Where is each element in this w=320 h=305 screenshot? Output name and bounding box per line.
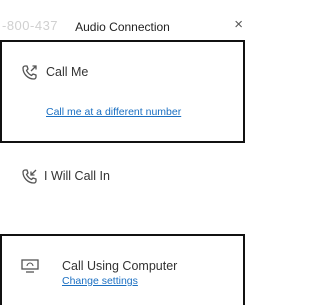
change-settings-link[interactable]: Change settings	[62, 275, 138, 287]
option-label: Call Me	[46, 65, 89, 79]
option-call-me[interactable]: Call Me Call me at a different number	[0, 40, 245, 143]
computer-audio-icon	[21, 259, 39, 273]
option-call-using-computer[interactable]: Call Using Computer Change settings	[0, 234, 245, 305]
option-label: Call Using Computer	[62, 259, 178, 273]
phone-incoming-icon	[22, 169, 37, 184]
call-different-number-link[interactable]: Call me at a different number	[46, 106, 181, 118]
close-button[interactable]: ×	[234, 17, 243, 32]
option-call-in[interactable]: I Will Call In	[0, 144, 245, 218]
option-label: I Will Call In	[44, 169, 110, 183]
phone-outgoing-icon	[22, 65, 37, 80]
title-bar: -800-437 Audio Connection ×	[0, 0, 245, 40]
dialog-title: Audio Connection	[75, 20, 170, 34]
